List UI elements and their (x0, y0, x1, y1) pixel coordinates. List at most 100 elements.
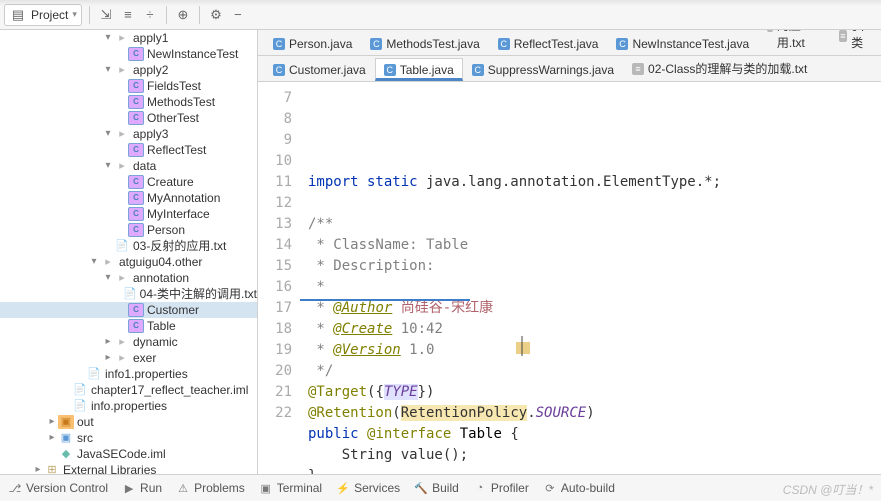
settings-icon[interactable]: ⚙ (207, 6, 225, 24)
statusbar-item[interactable]: ⚡Services (336, 481, 400, 495)
editor-tab[interactable]: C MethodsTest.java (361, 32, 488, 55)
file-type-icon: C (370, 38, 382, 50)
editor-tab[interactable]: ≡03-反射的应用.txt (758, 30, 829, 55)
tree-item[interactable]: ▸▣out (0, 414, 257, 430)
tree-item[interactable]: CFieldsTest (0, 78, 257, 94)
code-line[interactable]: * ClassName: Table (308, 235, 881, 256)
tree-item[interactable]: ▾▸data (0, 158, 257, 174)
tree-chevron-icon[interactable]: ▸ (32, 462, 44, 474)
code-line[interactable]: @Target({TYPE}) (308, 382, 881, 403)
tree-chevron-icon[interactable]: ▸ (102, 334, 114, 350)
tree-item[interactable]: ▸▸dynamic (0, 334, 257, 350)
code-line[interactable]: * (308, 277, 881, 298)
code-line[interactable]: /** (308, 214, 881, 235)
tree-item[interactable]: ▾▸apply3 (0, 126, 257, 142)
tree-item[interactable]: CNewInstanceTest (0, 46, 257, 62)
code-line[interactable]: * @Author 尚硅谷-宋红康 (308, 298, 881, 319)
tree-item[interactable]: ▾▸apply1 (0, 30, 257, 46)
file-type-icon: ≡ (767, 30, 773, 32)
project-label: Project (31, 8, 68, 22)
editor-tab[interactable]: CPerson.java (264, 32, 361, 55)
code-line[interactable] (308, 193, 881, 214)
editor-tab[interactable]: CCustomer.java (264, 58, 375, 81)
tree-chevron-icon[interactable]: ▾ (88, 254, 100, 270)
tree-item[interactable]: CTable (0, 318, 257, 334)
code-line[interactable]: * Description: (308, 256, 881, 277)
tree-item-label: NewInstanceTest (147, 46, 238, 62)
statusbar-item[interactable]: ▶Run (122, 481, 162, 495)
tree-item[interactable]: CMethodsTest (0, 94, 257, 110)
tree-item[interactable]: CPerson (0, 222, 257, 238)
tree-item[interactable]: 📄info.properties (0, 398, 257, 414)
statusbar-icon: ⟳ (543, 481, 557, 495)
statusbar-icon: ⚡ (336, 481, 350, 495)
code-line[interactable]: */ (308, 361, 881, 382)
tree-item[interactable]: ▾▸annotation (0, 270, 257, 286)
tree-item[interactable]: 📄04-类中注解的调用.txt (0, 286, 257, 302)
statusbar-item[interactable]: 🔨Build (414, 481, 459, 495)
tree-chevron-icon[interactable]: ▸ (46, 414, 58, 430)
code-line[interactable]: @Retention(RetentionPolicy.SOURCE) (308, 403, 881, 424)
project-tree[interactable]: ▾▸apply1CNewInstanceTest▾▸apply2CFieldsT… (0, 30, 257, 474)
statusbar-item[interactable]: ▣Terminal (259, 481, 322, 495)
tab-label: MethodsTest.java (386, 37, 479, 51)
code-line[interactable]: public @interface Table { (308, 424, 881, 445)
editor-tab[interactable]: CTable.java (375, 58, 463, 81)
statusbar-item[interactable]: ◔Profiler (473, 481, 529, 495)
tab-label: Person.java (289, 37, 352, 51)
hide-icon[interactable]: − (229, 6, 247, 24)
tree-item[interactable]: ◆JavaSECode.iml (0, 446, 257, 462)
locate-icon[interactable]: ⊕ (174, 6, 192, 24)
collapse-icon[interactable]: ≡ (119, 6, 137, 24)
tree-item[interactable]: ▾▸apply2 (0, 62, 257, 78)
tab-label: 02-Class的理解与类的加载.txt (648, 60, 807, 77)
statusbar-icon: ▣ (259, 481, 273, 495)
editor-tab[interactable]: ≡02-Class的理解与类的加载.txt (623, 55, 816, 81)
statusbar-item[interactable]: ⚠Problems (176, 481, 245, 495)
tree-item[interactable]: CCreature (0, 174, 257, 190)
code-editor[interactable]: 78910111213141516171819202122 import sta… (258, 82, 881, 474)
tree-item[interactable]: 📄chapter17_reflect_teacher.iml (0, 382, 257, 398)
divide-icon[interactable]: ÷ (141, 6, 159, 24)
statusbar-item[interactable]: ⎇Version Control (8, 481, 108, 495)
tree-item[interactable]: CMyAnnotation (0, 190, 257, 206)
tree-chevron-icon[interactable]: ▾ (102, 30, 114, 46)
editor-tab[interactable]: CNewInstanceTest.java (607, 32, 758, 55)
tree-chevron-icon[interactable]: ▾ (102, 158, 114, 174)
code-content[interactable]: import static java.lang.annotation.Eleme… (300, 82, 881, 474)
tree-item[interactable]: COtherTest (0, 110, 257, 126)
code-line[interactable]: } (308, 466, 881, 474)
tree-chevron-icon[interactable]: ▾ (102, 126, 114, 142)
statusbar-label: Version Control (26, 481, 108, 495)
tree-chevron-icon[interactable]: ▸ (46, 430, 58, 446)
editor-tab[interactable]: CSuppressWarnings.java (463, 58, 623, 81)
statusbar-item[interactable]: ⟳Auto-build (543, 481, 615, 495)
tree-item-label: annotation (133, 270, 189, 286)
file-type-icon: C (472, 64, 484, 76)
expand-all-icon[interactable]: ⇲ (97, 6, 115, 24)
tree-item[interactable]: ▸▣src (0, 430, 257, 446)
tree-item[interactable]: CCustomer (0, 302, 257, 318)
tree-item[interactable]: ▸⊞External Libraries (0, 462, 257, 474)
code-line[interactable]: String value(); (308, 445, 881, 466)
code-line[interactable]: * @Version 1.0 (308, 340, 881, 361)
editor-tab[interactable]: CReflectTest.java (489, 32, 608, 55)
tree-item[interactable]: ▾▸atguigu04.other (0, 254, 257, 270)
tree-item[interactable]: CMyInterface (0, 206, 257, 222)
tree-item[interactable]: ▸▸exer (0, 350, 257, 366)
status-bar: ⎇Version Control ▶Run ⚠Problems ▣Terminal ⚡S… (0, 474, 881, 501)
project-selector[interactable]: ▤ Project ▾ (4, 4, 82, 26)
code-line[interactable]: * @Create 10:42 (308, 319, 881, 340)
project-icon: ▤ (9, 6, 27, 24)
tree-item[interactable]: 📄info1.properties (0, 366, 257, 382)
tree-chevron-icon[interactable]: ▾ (102, 62, 114, 78)
tree-item[interactable]: CReflectTest (0, 142, 257, 158)
editor-tab[interactable]: ≡04-类 (830, 30, 881, 55)
tree-item-label: Person (147, 222, 185, 238)
code-line[interactable]: import static java.lang.annotation.Eleme… (308, 172, 881, 193)
tree-item-label: External Libraries (63, 462, 156, 474)
tree-item-label: apply3 (133, 126, 168, 142)
tree-chevron-icon[interactable]: ▸ (102, 350, 114, 366)
tree-chevron-icon[interactable]: ▾ (102, 270, 114, 286)
tree-item[interactable]: 📄03-反射的应用.txt (0, 238, 257, 254)
